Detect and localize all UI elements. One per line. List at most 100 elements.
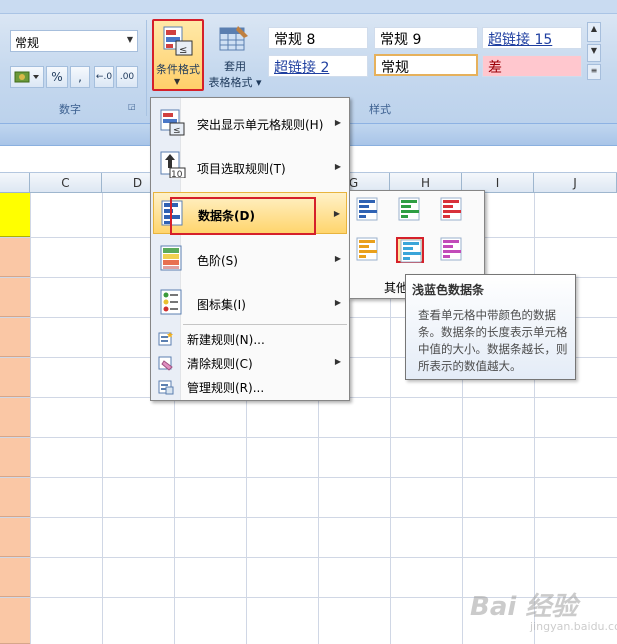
cell-style-normal-8[interactable]: 常规 8 xyxy=(268,27,368,49)
data-bar-swatch-icon xyxy=(356,197,378,221)
menu-label-clear-rules: 清除规则(C) xyxy=(187,357,253,371)
group-divider xyxy=(146,20,147,116)
data-bar-swatch-icon xyxy=(398,197,420,221)
peach-cell[interactable] xyxy=(0,237,30,277)
data-bar-swatch-bar xyxy=(401,200,417,203)
data-bar-option[interactable] xyxy=(396,197,424,223)
submenu-arrow-icon: ▶ xyxy=(334,118,341,127)
styles-group-label: 样式 xyxy=(369,103,391,116)
cell-style-bad[interactable]: 差 xyxy=(482,55,582,77)
icon-sets-icon xyxy=(160,289,182,315)
conditional-format-button[interactable]: ≤ 条件格式 ▼ xyxy=(152,19,204,91)
accounting-format-button[interactable] xyxy=(10,66,44,88)
data-bar-swatch-bar xyxy=(359,200,375,203)
data-bar-option[interactable] xyxy=(438,237,466,263)
peach-cell[interactable] xyxy=(0,477,30,517)
increase-decimal-button[interactable]: ←.0 xyxy=(94,66,114,88)
menu-item-manage-rules[interactable]: 管理规则(R)... xyxy=(153,376,347,398)
watermark: Bai 经验 xyxy=(470,592,578,622)
data-bar-swatch-icon xyxy=(400,239,422,263)
number-group-label: 数字 xyxy=(59,103,81,116)
peach-cell[interactable] xyxy=(0,317,30,357)
column-header-c[interactable]: C xyxy=(30,173,102,193)
submenu-arrow-icon: ▶ xyxy=(334,254,341,263)
data-bar-swatch-bar xyxy=(401,210,419,213)
tooltip-title: 浅蓝色数据条 xyxy=(412,283,485,297)
data-bar-swatch-bar xyxy=(403,242,419,245)
increase-decimal-label: ←.0 xyxy=(95,72,113,82)
data-bar-swatch-bar xyxy=(401,215,408,218)
data-bar-swatch-bar xyxy=(443,240,459,243)
peach-cell[interactable] xyxy=(0,517,30,557)
number-format-value: 常规 xyxy=(15,36,40,50)
data-bar-swatch-icon xyxy=(440,197,462,221)
data-bar-swatch-bar xyxy=(359,215,366,218)
data-bar-swatch-bar xyxy=(403,252,421,255)
menu-separator xyxy=(183,324,347,325)
gridline xyxy=(102,193,103,644)
peach-cell[interactable] xyxy=(0,597,30,644)
comma-button[interactable]: , xyxy=(70,66,90,88)
menu-item-icon-sets[interactable]: 图标集(I) ▶ xyxy=(153,282,347,324)
submenu-arrow-icon: ▶ xyxy=(333,209,340,218)
peach-cell[interactable] xyxy=(0,557,30,597)
cell-style-normal[interactable]: 常规 xyxy=(374,54,478,76)
dialog-launcher-icon[interactable]: ◲ xyxy=(128,102,136,111)
data-bar-swatch-bar xyxy=(443,245,453,248)
format-as-table-button[interactable]: 套用 表格格式 ▾ xyxy=(206,22,264,92)
chevron-down-icon: ▼ xyxy=(126,35,133,44)
cell-style-hyperlink-15[interactable]: 超链接 15 xyxy=(482,27,582,49)
percent-button[interactable]: % xyxy=(46,66,68,88)
currency-icon xyxy=(14,71,39,83)
menu-item-new-rule[interactable]: 新建规则(N)... xyxy=(153,328,347,350)
styles-scroll-up-icon[interactable]: ▲ xyxy=(587,22,601,42)
select-all-corner[interactable] xyxy=(0,173,30,193)
peach-cell[interactable] xyxy=(0,397,30,437)
highlight-rules-icon: ≤ xyxy=(160,109,185,136)
menu-item-top-bottom[interactable]: 10 项目选取规则(T) ▶ xyxy=(153,146,347,188)
data-bar-swatch-bar xyxy=(359,210,377,213)
cell-style-hyperlink-2[interactable]: 超链接 2 xyxy=(268,55,368,77)
styles-scroll-down-icon[interactable]: ▼ xyxy=(587,44,601,62)
data-bar-swatch-bar xyxy=(403,257,410,260)
table-format-icon xyxy=(219,26,248,51)
menu-item-color-scales[interactable]: 色阶(S) ▶ xyxy=(153,238,347,280)
menu-label-highlight: 突出显示单元格规则(H) xyxy=(197,118,324,132)
menu-label-new-rule: 新建规则(N)... xyxy=(187,333,265,347)
data-bar-tooltip: 浅蓝色数据条 查看单元格中带颜色的数据条。数据条的长度表示单元格中值的大小。数据… xyxy=(405,274,576,380)
submenu-arrow-icon: ▶ xyxy=(334,357,341,366)
tooltip-body: 查看单元格中带颜色的数据条。数据条的长度表示单元格中值的大小。数据条越长，则所表… xyxy=(418,308,568,373)
peach-cell[interactable] xyxy=(0,437,30,477)
yellow-cell[interactable] xyxy=(0,193,30,237)
styles-expand-icon[interactable]: ≡ xyxy=(587,64,601,80)
number-format-dropdown[interactable]: 常规 ▼ xyxy=(10,30,138,52)
top-bottom-icon: 10 xyxy=(160,151,186,178)
data-bar-option-light-blue[interactable] xyxy=(396,237,424,263)
data-bar-swatch-bar xyxy=(443,210,461,213)
peach-cell[interactable] xyxy=(0,357,30,397)
menu-item-highlight-rules[interactable]: ≤ 突出显示单元格规则(H) ▶ xyxy=(153,102,347,144)
menu-label-icon-sets: 图标集(I) xyxy=(197,298,246,312)
gridline xyxy=(534,193,535,644)
data-bar-swatch-bar xyxy=(403,247,413,250)
data-bar-option[interactable] xyxy=(438,197,466,223)
decrease-decimal-button[interactable]: .00 xyxy=(116,66,138,88)
new-rule-icon xyxy=(158,332,173,346)
color-scales-icon xyxy=(160,245,182,271)
data-bar-swatch-bar xyxy=(443,205,453,208)
data-bar-swatch-bar xyxy=(359,205,369,208)
column-header-j[interactable]: J xyxy=(534,173,617,193)
data-bar-option[interactable] xyxy=(354,237,382,263)
data-bar-option[interactable] xyxy=(354,197,382,223)
data-bar-swatch-bar xyxy=(443,200,459,203)
cell-style-normal-9[interactable]: 常规 9 xyxy=(374,27,478,49)
menu-item-clear-rules[interactable]: 清除规则(C) ▶ xyxy=(153,352,347,374)
data-bar-swatch-icon xyxy=(440,237,462,261)
comma-label: , xyxy=(78,70,82,84)
gridline xyxy=(0,517,617,518)
peach-cell[interactable] xyxy=(0,277,30,317)
menu-label-color-scales: 色阶(S) xyxy=(197,254,238,268)
gridline xyxy=(0,557,617,558)
conditional-format-menu: ≤ 突出显示单元格规则(H) ▶ 10 项目选取规则(T) ▶ 数据条(D) ▶… xyxy=(150,97,350,401)
chevron-down-icon: ▼ xyxy=(174,77,181,86)
